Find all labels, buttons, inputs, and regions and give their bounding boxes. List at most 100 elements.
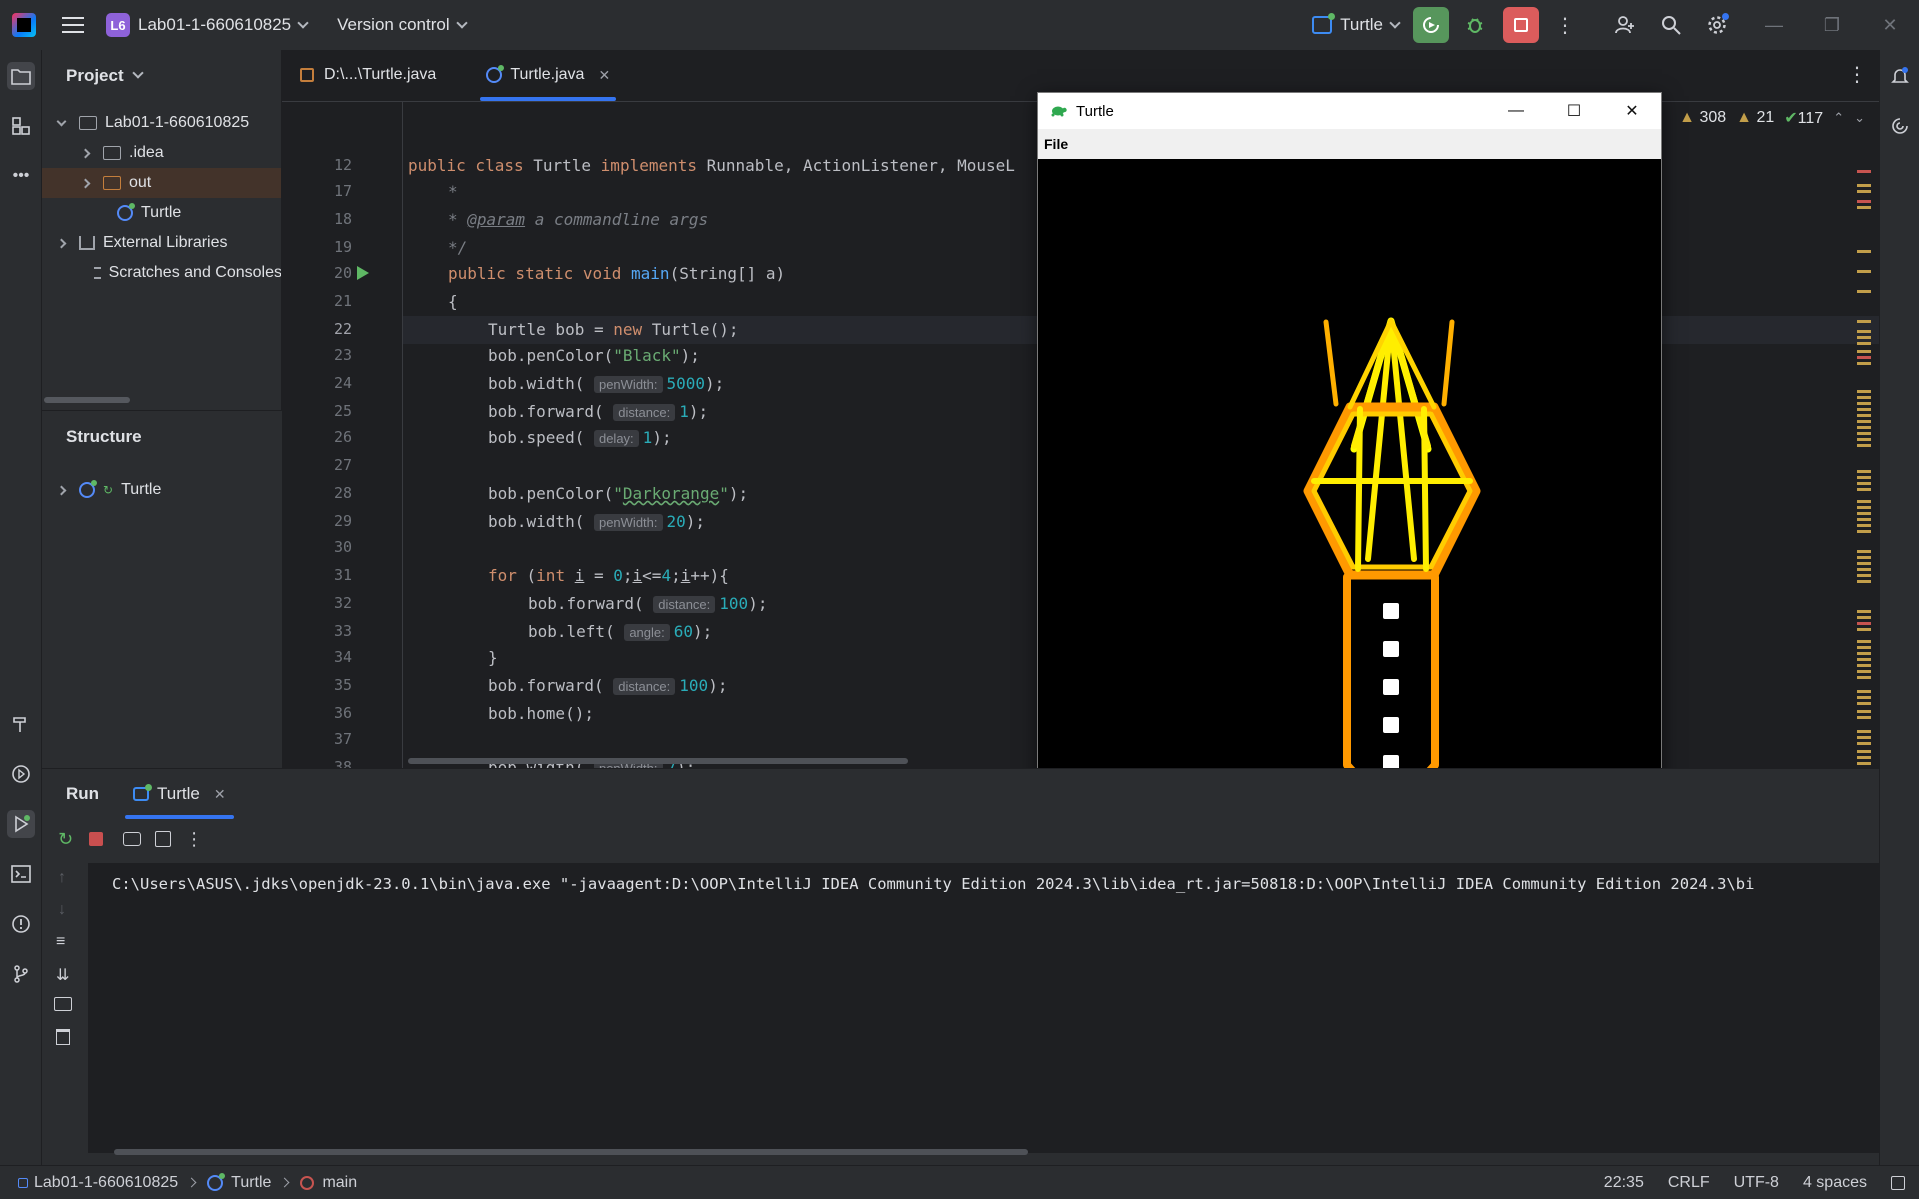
error-stripe-mark[interactable] (1857, 170, 1871, 173)
more-tools-icon[interactable]: ••• (7, 162, 35, 190)
error-stripe-mark[interactable] (1857, 402, 1871, 405)
error-stripe-mark[interactable] (1857, 574, 1871, 577)
stop-button[interactable] (1503, 7, 1539, 43)
error-stripe-mark[interactable] (1857, 320, 1871, 323)
error-stripe[interactable] (1857, 170, 1871, 768)
error-stripe-mark[interactable] (1857, 716, 1871, 719)
project-panel-title[interactable]: Project (66, 66, 144, 86)
file-encoding[interactable]: UTF-8 (1734, 1174, 1779, 1192)
tree-item-root[interactable]: Lab01-1-660610825 (42, 108, 281, 138)
run-tab-turtle[interactable]: Turtle ✕ (125, 769, 234, 819)
expand-arrow-icon[interactable] (80, 148, 91, 158)
run-config-selector[interactable]: Turtle (1312, 13, 1401, 35)
error-stripe-mark[interactable] (1857, 730, 1871, 733)
error-stripe-mark[interactable] (1857, 200, 1871, 203)
tree-item-external-libraries[interactable]: External Libraries (42, 228, 281, 258)
soft-wrap-icon[interactable]: ≡ (56, 933, 65, 951)
error-stripe-mark[interactable] (1857, 250, 1871, 253)
project-tool-icon[interactable] (7, 62, 35, 90)
project-horizontal-scrollbar[interactable] (42, 394, 281, 406)
more-actions-icon[interactable]: ⋮ (185, 829, 203, 850)
error-stripe-mark[interactable] (1857, 336, 1871, 339)
error-stripe-mark[interactable] (1857, 444, 1871, 447)
add-user-icon[interactable] (1607, 7, 1643, 43)
tab-turtle-java[interactable]: Turtle.java ✕ (468, 50, 628, 101)
error-stripe-mark[interactable] (1857, 628, 1871, 631)
exit-icon[interactable] (155, 831, 172, 847)
main-menu-icon[interactable] (62, 17, 84, 33)
error-stripe-mark[interactable] (1857, 568, 1871, 571)
error-stripe-mark[interactable] (1857, 342, 1871, 345)
error-stripe-mark[interactable] (1857, 562, 1871, 565)
error-stripe-mark[interactable] (1857, 736, 1871, 739)
error-stripe-mark[interactable] (1857, 184, 1871, 187)
chevron-down-icon[interactable] (455, 17, 468, 29)
error-stripe-mark[interactable] (1857, 500, 1871, 503)
expand-arrow-icon[interactable] (56, 116, 67, 126)
error-stripe-mark[interactable] (1857, 506, 1871, 509)
minimize-window-icon[interactable]: — (1487, 93, 1545, 129)
expand-arrow-icon[interactable] (80, 178, 91, 188)
tree-item-out[interactable]: out (42, 168, 281, 198)
rerun-icon[interactable]: ↻ (58, 829, 73, 850)
error-stripe-mark[interactable] (1857, 696, 1871, 699)
maximize-window-icon[interactable]: ❐ (1803, 0, 1861, 50)
structure-tool-icon[interactable] (7, 112, 35, 140)
breadcrumb-method[interactable]: main (322, 1174, 357, 1192)
error-stripe-mark[interactable] (1857, 556, 1871, 559)
terminal-icon[interactable] (7, 860, 35, 888)
error-stripe-mark[interactable] (1857, 190, 1871, 193)
error-stripe-mark[interactable] (1857, 640, 1871, 643)
caret-position[interactable]: 22:35 (1604, 1174, 1644, 1192)
turtle-canvas[interactable] (1038, 159, 1661, 817)
error-stripe-mark[interactable] (1857, 330, 1871, 333)
file-menu[interactable]: File (1044, 136, 1068, 152)
error-stripe-mark[interactable] (1857, 438, 1871, 441)
trash-icon[interactable] (56, 1029, 70, 1045)
intellij-logo-icon[interactable] (12, 13, 36, 37)
tab-actions-icon[interactable]: ⋮ (1847, 62, 1867, 87)
error-stripe-mark[interactable] (1857, 390, 1871, 393)
run-tool-icon[interactable] (7, 810, 35, 838)
error-stripe-mark[interactable] (1857, 408, 1871, 411)
maximize-window-icon[interactable]: ☐ (1545, 93, 1603, 129)
error-stripe-mark[interactable] (1857, 290, 1871, 293)
error-stripe-mark[interactable] (1857, 206, 1871, 209)
expand-arrow-icon[interactable] (56, 485, 67, 495)
tree-item-scratches[interactable]: Scratches and Consoles (42, 258, 281, 288)
search-icon[interactable] (1653, 7, 1689, 43)
console-horizontal-scrollbar[interactable] (114, 1149, 1028, 1155)
version-control-menu[interactable]: Version control (337, 15, 449, 35)
read-only-toggle-icon[interactable] (1891, 1175, 1905, 1190)
error-stripe-mark[interactable] (1857, 616, 1871, 619)
expand-arrow-icon[interactable] (56, 238, 67, 248)
error-stripe-mark[interactable] (1857, 350, 1871, 353)
line-separator[interactable]: CRLF (1668, 1174, 1710, 1192)
more-actions-icon[interactable]: ⋮ (1547, 7, 1583, 43)
git-branch-icon[interactable] (7, 960, 35, 988)
error-stripe-mark[interactable] (1857, 512, 1871, 515)
minimize-window-icon[interactable]: — (1745, 0, 1803, 50)
error-stripe-mark[interactable] (1857, 690, 1871, 693)
error-stripe-mark[interactable] (1857, 750, 1871, 753)
error-stripe-mark[interactable] (1857, 664, 1871, 667)
breadcrumb-project[interactable]: Lab01-1-660610825 (34, 1174, 178, 1192)
scroll-down-icon[interactable]: ↓ (58, 901, 66, 919)
print-icon[interactable] (54, 997, 72, 1011)
error-stripe-mark[interactable] (1857, 742, 1871, 745)
error-stripe-mark[interactable] (1857, 762, 1871, 765)
error-stripe-mark[interactable] (1857, 470, 1871, 473)
scroll-up-icon[interactable]: ↑ (58, 869, 66, 887)
error-stripe-mark[interactable] (1857, 362, 1871, 365)
error-stripe-mark[interactable] (1857, 702, 1871, 705)
rerun-button[interactable] (1413, 7, 1449, 43)
tree-item-turtle[interactable]: Turtle (42, 198, 281, 228)
indent-setting[interactable]: 4 spaces (1803, 1174, 1867, 1192)
error-stripe-mark[interactable] (1857, 518, 1871, 521)
error-stripe-mark[interactable] (1857, 676, 1871, 679)
error-stripe-mark[interactable] (1857, 530, 1871, 533)
breadcrumb-class[interactable]: Turtle (231, 1174, 271, 1192)
structure-item-turtle[interactable]: ↻ Turtle (42, 475, 282, 505)
error-stripe-mark[interactable] (1857, 396, 1871, 399)
error-stripe-mark[interactable] (1857, 580, 1871, 583)
